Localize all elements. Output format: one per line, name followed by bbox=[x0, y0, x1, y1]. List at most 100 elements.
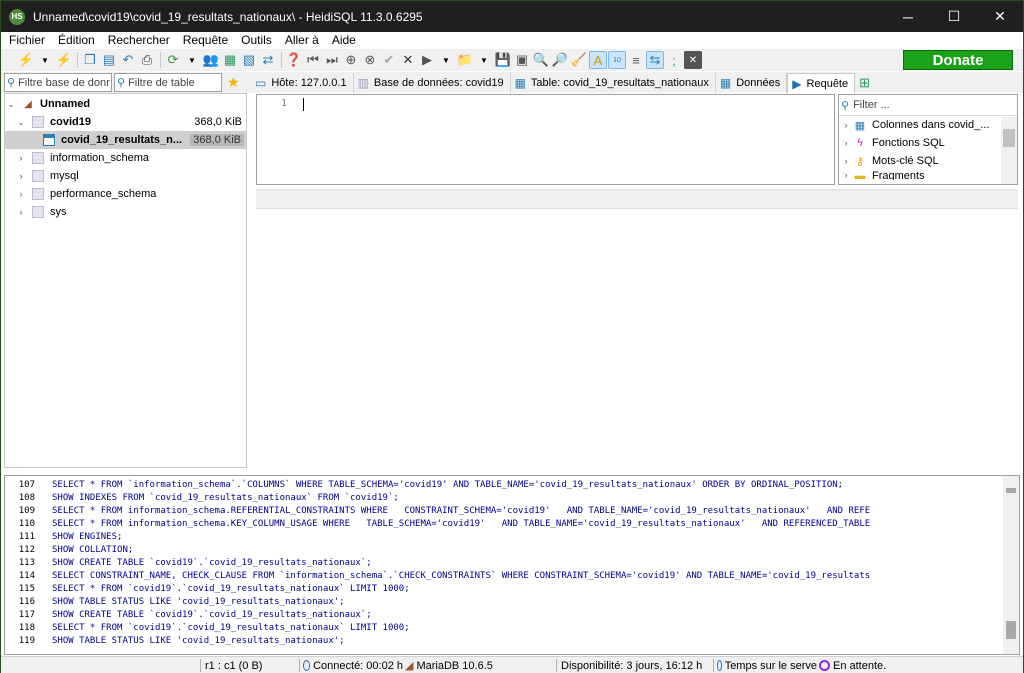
menu-aide[interactable]: Aide bbox=[324, 33, 361, 47]
refresh-icon[interactable]: ⟳ bbox=[164, 51, 182, 69]
dropdown-arrow-icon[interactable]: ▼ bbox=[475, 51, 493, 69]
tab-data[interactable]: ▦ Données bbox=[716, 73, 788, 93]
table-filter-input[interactable]: ⚲ Filtre de table bbox=[114, 73, 222, 92]
disconnect-icon[interactable]: ⚡ bbox=[55, 51, 73, 69]
query-editor[interactable]: 1 bbox=[256, 94, 835, 185]
log-scrollbar[interactable] bbox=[1003, 476, 1019, 654]
highlight-icon[interactable]: A bbox=[589, 51, 607, 69]
tree-node-session[interactable]: ⌄ ◢ Unnamed bbox=[5, 95, 246, 113]
sync-icon[interactable]: ⇆ bbox=[646, 51, 664, 69]
chevron-down-icon[interactable]: ⌄ bbox=[5, 99, 17, 110]
tree-node-covid19[interactable]: ⌄ covid19 368,0 KiB bbox=[5, 113, 246, 131]
helper-item-keywords[interactable]: › ⚷ Mots-clé SQL bbox=[839, 152, 1017, 170]
find-icon[interactable]: 🔍 bbox=[532, 51, 550, 69]
scrollbar-thumb-top[interactable] bbox=[1006, 488, 1016, 493]
tree-node-information-schema[interactable]: › information_schema bbox=[5, 149, 246, 167]
dropdown-arrow-icon[interactable]: ▼ bbox=[437, 51, 455, 69]
log-line: 109 SELECT * FROM information_schema.REFE… bbox=[18, 506, 871, 516]
status-bar: r1 : c1 (0 B) Connecté: 00:02 h ◢ MariaD… bbox=[1, 656, 1023, 673]
tab-table[interactable]: ▦ Table: covid_19_resultats_nationaux bbox=[511, 73, 716, 93]
tab-host[interactable]: ▭ Hôte: 127.0.0.1 bbox=[251, 73, 354, 93]
close-button[interactable]: ✕ bbox=[977, 1, 1023, 32]
close-tab-icon[interactable]: ✕ bbox=[684, 51, 702, 69]
donate-button[interactable]: Donate bbox=[903, 50, 1013, 70]
first-icon[interactable]: ⏮ bbox=[304, 51, 322, 69]
help-icon[interactable]: ❓ bbox=[285, 51, 303, 69]
sql-log[interactable]: 107 SELECT * FROM `information_schema`.`C… bbox=[4, 475, 1020, 655]
helper-scrollbar[interactable] bbox=[1001, 117, 1017, 184]
chevron-down-icon[interactable]: ⌄ bbox=[15, 117, 27, 128]
user-manager-icon[interactable]: 👥 bbox=[202, 51, 220, 69]
helper-item-columns[interactable]: › ▦ Colonnes dans covid_... bbox=[839, 116, 1017, 134]
chevron-right-icon[interactable]: › bbox=[15, 153, 27, 163]
chevron-right-icon[interactable]: › bbox=[15, 189, 27, 199]
open-folder-icon[interactable]: 📁 bbox=[456, 51, 474, 69]
import-icon[interactable]: ▧ bbox=[240, 51, 258, 69]
wrap-icon[interactable]: ≡ bbox=[627, 51, 645, 69]
last-icon[interactable]: ⏭ bbox=[323, 51, 341, 69]
find-next-icon[interactable]: 🔎 bbox=[551, 51, 569, 69]
dropdown-arrow-icon[interactable]: ▼ bbox=[183, 51, 201, 69]
chevron-right-icon[interactable]: › bbox=[839, 138, 853, 148]
copy-icon[interactable]: ❐ bbox=[81, 51, 99, 69]
save-as-icon[interactable]: ▣ bbox=[513, 51, 531, 69]
clear-icon[interactable]: 🧹 bbox=[570, 51, 588, 69]
paste-icon[interactable]: ▤ bbox=[100, 51, 118, 69]
menu-outils[interactable]: Outils bbox=[233, 33, 277, 47]
database-icon bbox=[31, 188, 45, 200]
scrollbar-thumb[interactable] bbox=[1003, 129, 1015, 147]
undo-icon[interactable]: ↶ bbox=[119, 51, 137, 69]
tree-node-sys[interactable]: › sys bbox=[5, 203, 246, 221]
toolbar-separator bbox=[77, 52, 78, 68]
menu-aller-a[interactable]: Aller à bbox=[277, 33, 324, 47]
semicolon-icon[interactable]: ; bbox=[665, 51, 683, 69]
chevron-right-icon[interactable]: › bbox=[839, 156, 853, 166]
tree-node-mysql[interactable]: › mysql bbox=[5, 167, 246, 185]
favorites-star-icon[interactable]: ★ bbox=[227, 74, 240, 91]
new-query-tab-button[interactable]: ⊞ bbox=[855, 73, 876, 93]
add-icon[interactable]: ⊕ bbox=[342, 51, 360, 69]
status-server-time-text: Temps sur le serve bbox=[724, 659, 817, 672]
dropdown-arrow-icon[interactable]: ▼ bbox=[36, 51, 54, 69]
chevron-right-icon[interactable]: › bbox=[15, 171, 27, 181]
scrollbar-thumb[interactable] bbox=[1006, 621, 1016, 639]
apply-icon[interactable]: ✔ bbox=[380, 51, 398, 69]
database-filter-input[interactable]: ⚲ Filtre base de donr bbox=[4, 73, 112, 92]
menu-requete[interactable]: Requête bbox=[175, 33, 233, 47]
save-icon[interactable]: 💾 bbox=[494, 51, 512, 69]
maximize-button[interactable]: ☐ bbox=[931, 1, 977, 32]
cancel-icon[interactable]: ✕ bbox=[399, 51, 417, 69]
helper-filter-input[interactable]: ⚲ Filter ... bbox=[839, 95, 1017, 116]
helper-item-functions[interactable]: › ϟ Fonctions SQL bbox=[839, 134, 1017, 152]
menu-edition[interactable]: Édition bbox=[50, 33, 100, 47]
helper-item-snippets[interactable]: › ▬ Fragments bbox=[839, 170, 1017, 180]
tab-query[interactable]: ▶ Requête bbox=[787, 73, 856, 93]
menu-fichier[interactable]: Fichier bbox=[1, 33, 50, 47]
tree-node-performance-schema[interactable]: › performance_schema bbox=[5, 185, 246, 203]
tree-node-table-selected[interactable]: covid_19_resultats_n... 368,0 KiB bbox=[5, 131, 246, 149]
transfer-icon[interactable]: ⇄ bbox=[259, 51, 277, 69]
helper-item-label: Colonnes dans covid_... bbox=[872, 119, 990, 131]
heidisql-app-icon: HS bbox=[9, 8, 25, 25]
connect-icon[interactable]: ⚡ bbox=[17, 51, 35, 69]
query-helper-pane: ⚲ Filter ... › ▦ Colonnes dans covid_...… bbox=[838, 94, 1018, 185]
minimize-button[interactable]: ─ bbox=[885, 1, 931, 32]
chevron-right-icon[interactable]: › bbox=[839, 120, 853, 130]
delete-icon[interactable]: ⊗ bbox=[361, 51, 379, 69]
status-server-text: MariaDB 10.6.5 bbox=[416, 659, 493, 672]
table-icon: ▦ bbox=[854, 119, 866, 132]
tree-filter-bar: ⚲ Filtre base de donr ⚲ Filtre de table … bbox=[1, 72, 251, 93]
editor-result-splitter[interactable] bbox=[256, 189, 1018, 209]
menu-rechercher[interactable]: Rechercher bbox=[100, 33, 175, 47]
print-icon[interactable]: ⎙ bbox=[138, 51, 156, 69]
status-state: En attente. bbox=[819, 658, 939, 673]
status-connected: Connecté: 00:02 h bbox=[303, 658, 403, 673]
chevron-right-icon[interactable]: › bbox=[15, 207, 27, 217]
host-icon: ▭ bbox=[255, 76, 267, 90]
database-size: 368,0 KiB bbox=[194, 116, 242, 128]
chevron-right-icon[interactable]: › bbox=[839, 170, 853, 180]
binary-icon[interactable]: 10 bbox=[608, 51, 626, 69]
export-icon[interactable]: ▦ bbox=[221, 51, 239, 69]
run-icon[interactable]: ▶ bbox=[418, 51, 436, 69]
tab-database[interactable]: ▥ Base de données: covid19 bbox=[354, 73, 511, 93]
